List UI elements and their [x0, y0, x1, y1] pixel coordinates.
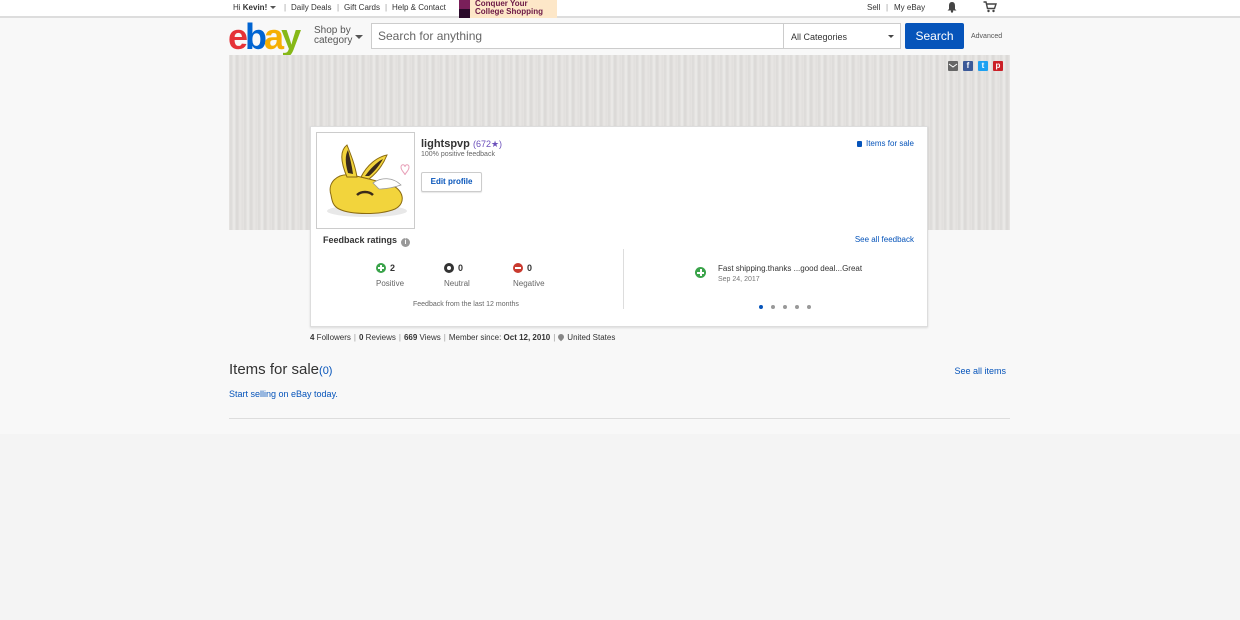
feedback-comment: Fast shipping.thanks ...good deal...Grea…: [718, 264, 863, 273]
neutral-count: 0: [458, 263, 464, 273]
positive-feedback-percent: 100% positive feedback: [421, 151, 495, 158]
feedback-score[interactable]: (672★): [473, 139, 502, 149]
items-for-sale-title: Items for sale: [229, 361, 320, 378]
lock-icon: [856, 141, 862, 147]
neutral-label: Neutral: [444, 279, 470, 288]
top-bar: Hi Kevin! | Daily Deals | Gift Cards | H…: [0, 0, 1240, 18]
promo-logo-shade: [459, 9, 470, 18]
negative-count: 0: [527, 263, 533, 273]
pinterest-share-icon[interactable]: p: [993, 61, 1003, 71]
positive-count: 2: [390, 263, 396, 273]
username-text[interactable]: lightspvp: [421, 138, 470, 150]
reviews-label: Reviews: [363, 333, 396, 342]
bell-icon[interactable]: [946, 1, 958, 15]
promo-line-2: College Shopping: [475, 7, 543, 16]
logo-letter: b: [245, 16, 267, 57]
carousel-dot[interactable]: [759, 305, 763, 309]
carousel-dot[interactable]: [795, 305, 799, 309]
member-since-label: Member since:: [448, 333, 504, 342]
chevron-down-icon: [888, 35, 894, 38]
shop-by-category-button[interactable]: Shop by category: [314, 26, 363, 46]
sell-link[interactable]: Sell: [867, 3, 880, 12]
separator: |: [886, 3, 889, 12]
category-select-value: All Categories: [791, 32, 848, 42]
carousel-dot[interactable]: [807, 305, 811, 309]
minus-circle-icon: [513, 263, 523, 273]
search-button[interactable]: Search: [905, 23, 964, 49]
items-for-sale-count: (0): [319, 365, 333, 377]
see-all-feedback-link[interactable]: See all feedback: [855, 235, 914, 244]
chevron-down-icon: [355, 35, 363, 39]
feedback-comment-date: Sep 24, 2017: [718, 276, 760, 283]
promo-text: Conquer Your College Shopping: [475, 0, 543, 16]
divider: [229, 418, 1010, 419]
daily-deals-link[interactable]: Daily Deals: [291, 3, 331, 12]
category-select[interactable]: All Categories: [783, 24, 901, 48]
positive-comment-icon: [695, 267, 706, 278]
items-for-sale-link-label: Items for sale: [865, 139, 914, 148]
separator: |: [353, 333, 356, 342]
carousel-dot[interactable]: [771, 305, 775, 309]
neutral-circle-icon: [444, 263, 454, 273]
positive-rating[interactable]: 2 Positive: [376, 263, 404, 288]
see-all-items-link[interactable]: See all items: [954, 366, 1006, 376]
positive-label: Positive: [376, 279, 405, 288]
plus-circle-icon: [376, 263, 386, 273]
promo-banner[interactable]: Conquer Your College Shopping: [459, 0, 557, 18]
info-icon[interactable]: i: [401, 238, 411, 247]
location: United States: [567, 333, 616, 342]
negative-rating[interactable]: 0 Negative: [513, 263, 545, 288]
member-since-date: Oct 12, 2010: [503, 333, 551, 342]
separator: |: [398, 333, 401, 342]
logo-letter: a: [264, 16, 284, 57]
items-for-sale-link[interactable]: Items for sale: [856, 139, 914, 148]
cart-icon[interactable]: [983, 1, 997, 15]
location-pin-icon: [557, 332, 566, 342]
shop-by-line-2: category: [314, 35, 353, 46]
separator: |: [385, 3, 388, 12]
greeting-prefix: Hi: [233, 3, 243, 12]
followers-label: Followers: [314, 333, 351, 342]
divider: [623, 249, 624, 309]
facebook-share-icon[interactable]: f: [963, 61, 973, 71]
search-bar: All Categories: [371, 23, 901, 49]
profile-stats: 4 Followers | 0 Reviews | 669 Views | Member s…: [310, 332, 616, 342]
edit-profile-button[interactable]: Edit profile: [421, 172, 482, 192]
items-for-sale-heading: Items for sale(0): [229, 361, 332, 378]
start-selling-link[interactable]: Start selling on eBay today.: [229, 389, 338, 399]
page-footer-area: [0, 434, 1240, 620]
gift-cards-link[interactable]: Gift Cards: [344, 3, 380, 12]
twitter-share-icon[interactable]: t: [978, 61, 988, 71]
feedback-score-value: (672: [472, 139, 491, 149]
feedback-ratings-title: Feedback ratings i: [323, 235, 411, 247]
feedback-ratings-label: Feedback ratings: [323, 235, 398, 245]
views-label: Views: [417, 333, 441, 342]
separator: |: [284, 3, 287, 12]
carousel-dot[interactable]: [783, 305, 787, 309]
neutral-rating[interactable]: 0 Neutral: [444, 263, 470, 288]
avatar[interactable]: [316, 132, 415, 229]
feedback-period: Feedback from the last 12 months: [413, 301, 519, 308]
help-contact-link[interactable]: Help & Contact: [392, 3, 446, 12]
my-ebay-link[interactable]: My eBay: [894, 3, 925, 12]
email-share-icon[interactable]: [948, 61, 958, 71]
star-icon: ★): [490, 139, 503, 149]
advanced-search-link[interactable]: Advanced: [971, 33, 1002, 40]
logo-letter: y: [281, 16, 301, 57]
greeting-name: Kevin!: [242, 3, 268, 12]
logo-letter: e: [228, 16, 248, 57]
username: lightspvp (672★): [421, 138, 502, 150]
separator: |: [553, 333, 556, 342]
negative-label: Negative: [513, 279, 545, 288]
views-count: 669: [403, 333, 418, 342]
search-input[interactable]: [372, 24, 782, 48]
ebay-logo[interactable]: ebay: [228, 19, 301, 55]
profile-card: lightspvp (672★) 100% positive feedback …: [310, 126, 928, 327]
chevron-down-icon: [270, 6, 277, 10]
greeting-menu[interactable]: Hi Kevin!: [233, 3, 277, 12]
header: ebay Shop by category All Categories Sea…: [0, 19, 1240, 55]
separator: |: [337, 3, 340, 12]
separator: |: [443, 333, 446, 342]
